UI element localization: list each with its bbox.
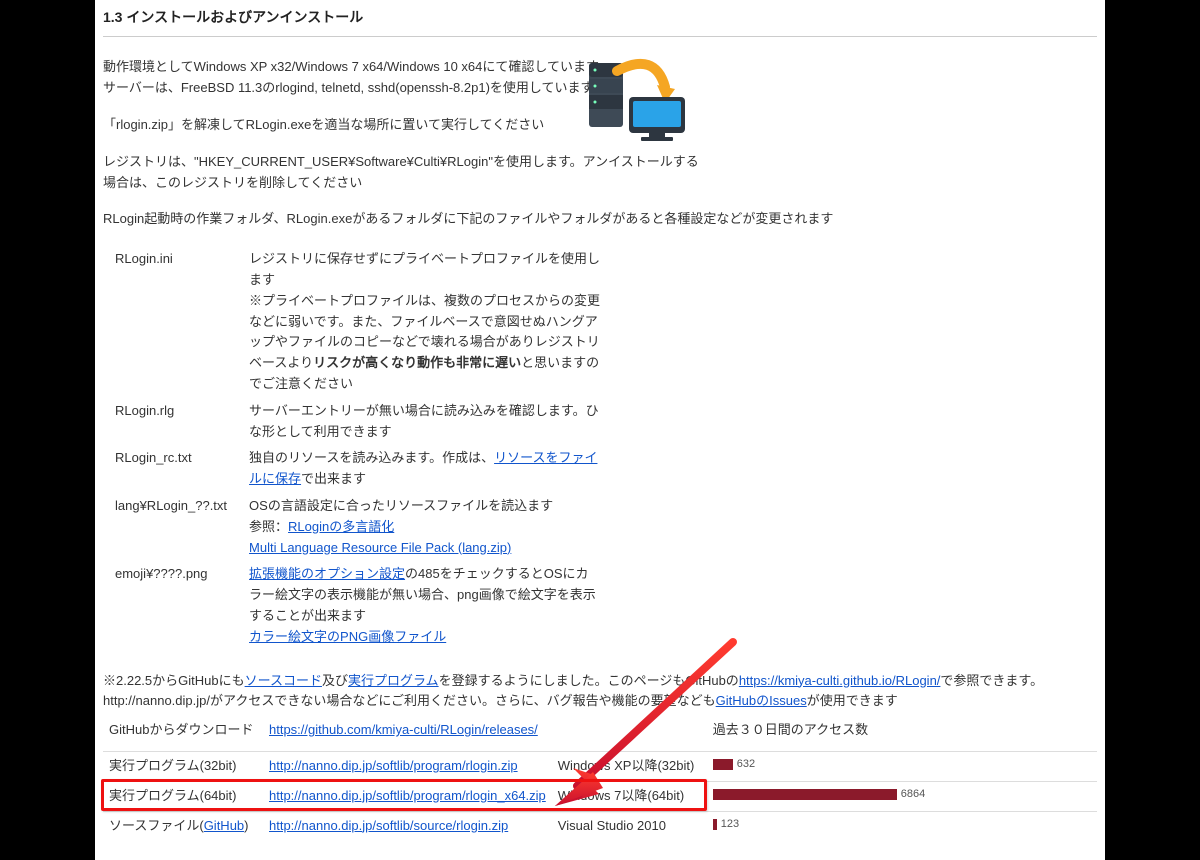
dl-label: ソースファイル(GitHub)	[103, 811, 263, 840]
exec-program-link[interactable]: 実行プログラム	[348, 673, 439, 688]
github-note: ※2.22.5からGitHubにもソースコード及び実行プログラムを登録するように…	[103, 671, 1097, 713]
emoji-png-link[interactable]: カラー絵文字のPNG画像ファイル	[249, 629, 446, 644]
download-32bit-link[interactable]: http://nanno.dip.jp/softlib/program/rlog…	[269, 758, 518, 773]
dl-label: 実行プログラム(64bit)	[103, 781, 263, 811]
source-code-link[interactable]: ソースコード	[245, 673, 322, 688]
download-64bit-link[interactable]: http://nanno.dip.jp/softlib/program/rlog…	[269, 788, 546, 803]
intro-p1a: 動作環境としてWindows XP x32/Windows 7 x64/Wind…	[103, 59, 599, 74]
def-name: RLogin_rc.txt	[115, 445, 249, 493]
stat-count: 6864	[901, 786, 925, 804]
github-pages-link[interactable]: https://kmiya-culti.github.io/RLogin/	[739, 673, 941, 688]
table-row: lang¥RLogin_??.txt OSの言語設定に合ったリソースファイルを読…	[115, 493, 609, 561]
download-table: GitHubからダウンロード https://github.com/kmiya-…	[103, 716, 1097, 840]
stat-bar	[713, 789, 897, 800]
def-desc: サーバーエントリーが無い場合に読み込みを確認します。ひな形として利用できます	[249, 398, 609, 446]
langpack-link[interactable]: Multi Language Resource File Pack (lang.…	[249, 540, 511, 555]
def-name: emoji¥????.png	[115, 561, 249, 650]
def-name: RLogin.ini	[115, 246, 249, 398]
stat-bar	[713, 819, 717, 830]
dl-os: Windows XP以降(32bit)	[552, 751, 707, 781]
title-divider	[103, 36, 1097, 37]
section-title: 1.3 インストールおよびアンインストール	[103, 0, 1097, 32]
stat-count: 123	[721, 816, 739, 834]
def-name: lang¥RLogin_??.txt	[115, 493, 249, 561]
def-desc: 拡張機能のオプション設定の485をチェックするとOSにカラー絵文字の表示機能が無…	[249, 561, 609, 650]
dl-os	[552, 716, 707, 751]
stat-count: 632	[737, 756, 755, 774]
def-name: RLogin.rlg	[115, 398, 249, 446]
table-row: RLogin.ini レジストリに保存せずにプライベートプロファイルを使用します…	[115, 246, 609, 398]
table-row: RLogin_rc.txt 独自のリソースを読み込みます。作成は、リソースをファ…	[115, 445, 609, 493]
github-releases-link[interactable]: https://github.com/kmiya-culti/RLogin/re…	[269, 722, 538, 737]
download-source-link[interactable]: http://nanno.dip.jp/softlib/source/rlogi…	[269, 818, 508, 833]
intro-p1b: サーバーは、FreeBSD 11.3のrlogind, telnetd, ssh…	[103, 80, 594, 95]
ext-option-link[interactable]: 拡張機能のオプション設定	[249, 566, 405, 581]
stat-bar	[713, 759, 733, 770]
intro-p4: レジストリは、"HKEY_CURRENT_USER¥Software¥Culti…	[103, 152, 703, 194]
source-github-link[interactable]: GitHub	[204, 818, 244, 833]
table-row: 実行プログラム(32bit) http://nanno.dip.jp/softl…	[103, 751, 1097, 781]
server-pc-illustration	[583, 57, 693, 147]
table-row: 実行プログラム(64bit) http://nanno.dip.jp/softl…	[103, 781, 1097, 811]
multilang-link[interactable]: RLoginの多言語化	[288, 519, 394, 534]
download-table-wrap: GitHubからダウンロード https://github.com/kmiya-…	[103, 716, 1097, 840]
intro-p5: RLogin起動時の作業フォルダ、RLogin.exeがあるフォルダに下記のファ…	[103, 209, 1097, 230]
definitions-table: RLogin.ini レジストリに保存せずにプライベートプロファイルを使用します…	[115, 246, 609, 650]
dl-os: Visual Studio 2010	[552, 811, 707, 840]
table-row: GitHubからダウンロード https://github.com/kmiya-…	[103, 716, 1097, 751]
def-desc: レジストリに保存せずにプライベートプロファイルを使用します ※プライベートプロフ…	[249, 246, 609, 398]
dl-label: GitHubからダウンロード	[103, 716, 263, 751]
intro-block: 動作環境としてWindows XP x32/Windows 7 x64/Wind…	[103, 57, 1097, 193]
def-desc: 独自のリソースを読み込みます。作成は、リソースをファイルに保存で出来ます	[249, 445, 609, 493]
table-row: ソースファイル(GitHub) http://nanno.dip.jp/soft…	[103, 811, 1097, 840]
table-row: RLogin.rlg サーバーエントリーが無い場合に読み込みを確認します。ひな形…	[115, 398, 609, 446]
stats-heading: 過去３０日間のアクセス数	[713, 720, 1091, 741]
def-desc: OSの言語設定に合ったリソースファイルを読込ます 参照：RLoginの多言語化 …	[249, 493, 609, 561]
github-issues-link[interactable]: GitHubのIssues	[716, 693, 807, 708]
table-row: emoji¥????.png 拡張機能のオプション設定の485をチェックするとO…	[115, 561, 609, 650]
dl-label: 実行プログラム(32bit)	[103, 751, 263, 781]
dl-os: Windows 7以降(64bit)	[552, 781, 707, 811]
